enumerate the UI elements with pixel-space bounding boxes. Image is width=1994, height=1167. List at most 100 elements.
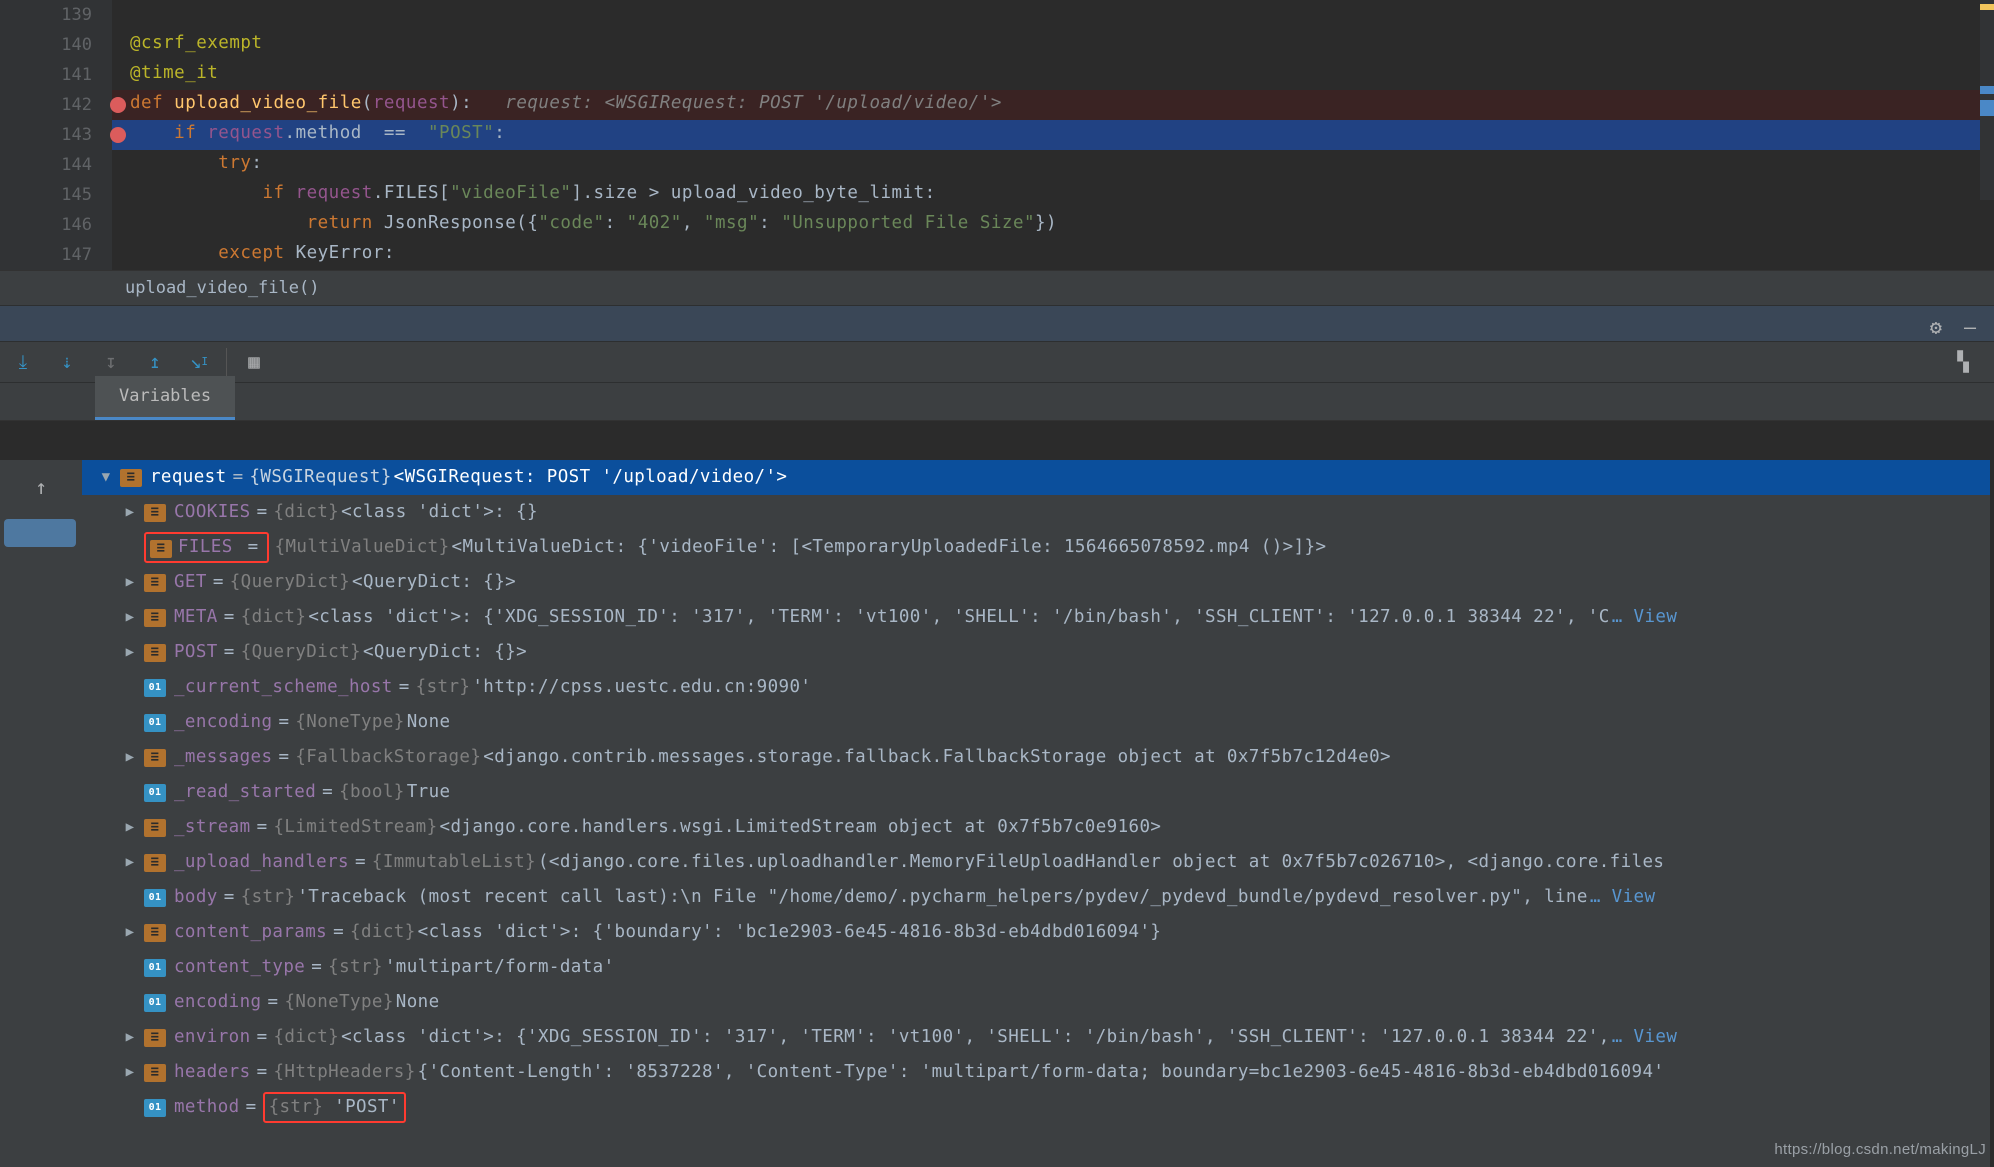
var-row[interactable]: POST = {QueryDict} <QueryDict: {}> — [82, 635, 1990, 670]
primitive-icon — [144, 784, 166, 802]
var-row[interactable]: _current_scheme_host = {str} 'http://cps… — [82, 670, 1990, 705]
var-row[interactable]: _messages = {FallbackStorage} <django.co… — [82, 740, 1990, 775]
run-to-cursor-icon[interactable]: ↘I — [182, 345, 216, 379]
line-number: 142 — [0, 90, 102, 120]
var-value: <MultiValueDict: {'videoFile': [<Tempora… — [452, 534, 1327, 560]
var-row[interactable]: method = {str} 'POST' — [82, 1090, 1990, 1125]
var-type: {LimitedStream} — [274, 814, 438, 840]
var-row[interactable]: content_type = {str} 'multipart/form-dat… — [82, 950, 1990, 985]
var-row[interactable]: COOKIES = {dict} <class 'dict'>: {} — [82, 495, 1990, 530]
step-out-icon[interactable]: ↥ — [138, 345, 172, 379]
var-row[interactable]: environ = {dict} <class 'dict'>: {'XDG_S… — [82, 1020, 1990, 1055]
var-value: True — [407, 779, 451, 805]
var-name: headers — [174, 1059, 251, 1085]
layout-icon[interactable]: ▚ — [1946, 345, 1980, 379]
primitive-icon — [144, 994, 166, 1012]
var-value: <QueryDict: {}> — [352, 569, 516, 595]
breakpoint-icon[interactable] — [110, 97, 126, 113]
var-value: 'multipart/form-data' — [385, 954, 615, 980]
expand-toggle[interactable] — [118, 642, 142, 663]
frame-entry[interactable] — [4, 519, 76, 547]
code-line: return JsonResponse({"code": "402", "msg… — [112, 210, 1994, 240]
equals: = — [257, 1059, 268, 1085]
var-name: content_type — [174, 954, 305, 980]
object-icon — [144, 924, 166, 942]
evaluate-icon[interactable]: ▦ — [237, 345, 271, 379]
var-row[interactable]: _encoding = {NoneType} None — [82, 705, 1990, 740]
view-link[interactable]: … View — [1612, 604, 1678, 630]
var-value: 'http://cpss.uestc.edu.cn:9090' — [472, 674, 811, 700]
var-name: _read_started — [174, 779, 316, 805]
var-name: environ — [174, 1024, 251, 1050]
var-row[interactable]: _upload_handlers = {ImmutableList} (<dja… — [82, 845, 1990, 880]
expand-toggle[interactable] — [118, 502, 142, 523]
code-line: except KeyError: — [112, 240, 1994, 270]
code-line — [112, 0, 1994, 30]
var-row[interactable]: GET = {QueryDict} <QueryDict: {}> — [82, 565, 1990, 600]
code-line: @time_it — [112, 60, 1994, 90]
object-icon — [144, 644, 166, 662]
variables-tree[interactable]: request = {WSGIRequest} <WSGIRequest: PO… — [82, 460, 1990, 1167]
code-editor[interactable]: 139 140 141 142 143 144 145 146 147 @csr… — [0, 0, 1994, 270]
breakpoint-icon[interactable] — [110, 127, 126, 143]
equals: = — [278, 709, 289, 735]
var-row[interactable]: _read_started = {bool} True — [82, 775, 1990, 810]
expand-toggle[interactable] — [118, 572, 142, 593]
primitive-icon — [144, 714, 166, 732]
var-row[interactable]: content_params = {dict} <class 'dict'>: … — [82, 915, 1990, 950]
frames-toolbar: ↑ ↓ — [0, 460, 82, 1167]
breadcrumb[interactable]: upload_video_file() — [0, 270, 1994, 305]
var-row[interactable]: META = {dict} <class 'dict'>: {'XDG_SESS… — [82, 600, 1990, 635]
step-into-icon[interactable]: ⇣ — [50, 345, 84, 379]
error-stripe[interactable] — [1980, 0, 1994, 200]
var-name: method — [174, 1094, 240, 1120]
var-row[interactable]: FILES = {MultiValueDict} <MultiValueDict… — [82, 530, 1990, 565]
equals: = — [311, 954, 322, 980]
gear-icon[interactable]: ⚙ — [1930, 312, 1942, 342]
expand-toggle[interactable] — [118, 852, 142, 873]
object-icon — [144, 574, 166, 592]
expand-toggle[interactable] — [94, 467, 118, 488]
expand-toggle[interactable] — [118, 1062, 142, 1083]
expand-toggle[interactable] — [118, 607, 142, 628]
var-name: META — [174, 604, 218, 630]
line-number: 143 — [0, 120, 102, 150]
minimize-icon[interactable]: — — [1964, 312, 1976, 342]
debug-panel-header[interactable]: ⚙ — — [0, 305, 1994, 341]
expand-toggle[interactable] — [118, 922, 142, 943]
expand-toggle[interactable] — [118, 1027, 142, 1048]
var-row[interactable]: encoding = {NoneType} None — [82, 985, 1990, 1020]
tab-variables[interactable]: Variables — [95, 376, 235, 421]
code-line: try: — [112, 150, 1994, 180]
code-area[interactable]: @csrf_exempt @time_it def upload_video_f… — [112, 0, 1994, 270]
step-over-icon[interactable]: ⤓ — [6, 345, 40, 379]
var-type: {ImmutableList} — [372, 849, 536, 875]
var-type: {dict} — [350, 919, 416, 945]
var-value: None — [407, 709, 451, 735]
var-name: _encoding — [174, 709, 272, 735]
view-link[interactable]: … View — [1590, 884, 1656, 910]
object-icon — [144, 749, 166, 767]
expand-toggle[interactable] — [118, 747, 142, 768]
var-value: <class 'dict'>: {'boundary': 'bc1e2903-6… — [418, 919, 1162, 945]
var-type: {dict} — [241, 604, 307, 630]
var-type: {str} — [241, 884, 296, 910]
var-type: {NoneType} — [295, 709, 404, 735]
var-name: FILES — [178, 537, 233, 557]
var-root[interactable]: request = {WSGIRequest} <WSGIRequest: PO… — [82, 460, 1990, 495]
primitive-icon — [144, 679, 166, 697]
var-row[interactable]: _stream = {LimitedStream} <django.core.h… — [82, 810, 1990, 845]
object-icon — [144, 1029, 166, 1047]
var-row[interactable]: headers = {HttpHeaders} {'Content-Length… — [82, 1055, 1990, 1090]
line-gutter: 139 140 141 142 143 144 145 146 147 — [0, 0, 102, 270]
var-value: 'Traceback (most recent call last):\n Fi… — [297, 884, 1587, 910]
line-number: 146 — [0, 210, 102, 240]
equals: = — [257, 499, 268, 525]
var-row[interactable]: body = {str} 'Traceback (most recent cal… — [82, 880, 1990, 915]
step-icon[interactable]: ↧ — [94, 345, 128, 379]
var-value: <class 'dict'>: {'XDG_SESSION_ID': '317'… — [308, 604, 1609, 630]
expand-toggle[interactable] — [118, 817, 142, 838]
frame-up-icon[interactable]: ↑ — [35, 472, 47, 502]
view-link[interactable]: … View — [1612, 1024, 1678, 1050]
var-name: body — [174, 884, 218, 910]
